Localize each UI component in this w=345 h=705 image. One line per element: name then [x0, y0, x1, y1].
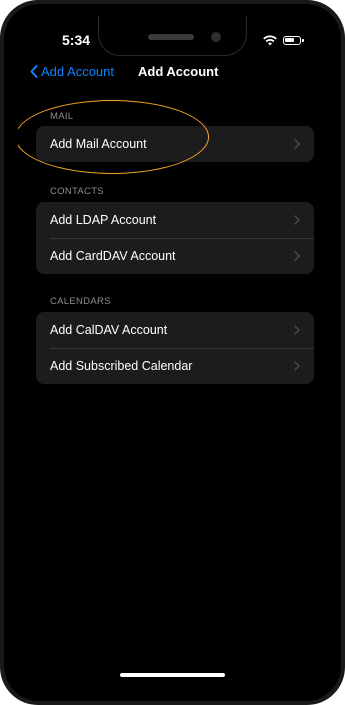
- add-carddav-account-row[interactable]: Add CardDAV Account: [36, 238, 314, 274]
- navigation-bar: Add Account Add Account: [18, 64, 327, 84]
- section-header-mail: MAIL: [50, 111, 74, 122]
- speaker: [148, 34, 194, 40]
- back-button-label: Add Account: [41, 64, 114, 79]
- row-label: Add Mail Account: [50, 137, 147, 151]
- status-icons: [263, 32, 304, 48]
- home-indicator[interactable]: [120, 673, 225, 677]
- chevron-right-icon: [294, 251, 300, 261]
- page: 5:34 Add Account Add Account MAIL Add Ma…: [0, 0, 345, 705]
- chevron-right-icon: [294, 215, 300, 225]
- add-subscribed-calendar-row[interactable]: Add Subscribed Calendar: [36, 348, 314, 384]
- add-caldav-account-row[interactable]: Add CalDAV Account: [36, 312, 314, 348]
- add-mail-account-row[interactable]: Add Mail Account: [36, 126, 314, 162]
- wifi-icon: [263, 35, 277, 45]
- battery-icon: [283, 35, 304, 45]
- group-mail: Add Mail Account: [36, 126, 314, 162]
- settings-screen: 5:34 Add Account Add Account MAIL Add Ma…: [18, 16, 327, 689]
- chevron-right-icon: [294, 139, 300, 149]
- row-label: Add CalDAV Account: [50, 323, 168, 337]
- group-calendars: Add CalDAV Account Add Subscribed Calend…: [36, 312, 314, 384]
- add-ldap-account-row[interactable]: Add LDAP Account: [36, 202, 314, 238]
- section-header-contacts: CONTACTS: [50, 186, 104, 197]
- row-label: Add CardDAV Account: [50, 249, 176, 263]
- front-camera: [211, 32, 221, 42]
- chevron-right-icon: [294, 361, 300, 371]
- back-button[interactable]: Add Account: [30, 64, 114, 79]
- row-label: Add Subscribed Calendar: [50, 359, 193, 373]
- chevron-left-icon: [30, 65, 38, 78]
- group-contacts: Add LDAP Account Add CardDAV Account: [36, 202, 314, 274]
- row-label: Add LDAP Account: [50, 213, 157, 227]
- chevron-right-icon: [294, 325, 300, 335]
- page-title: Add Account: [138, 64, 219, 79]
- status-time: 5:34: [62, 32, 91, 48]
- section-header-calendars: CALENDARS: [50, 296, 111, 307]
